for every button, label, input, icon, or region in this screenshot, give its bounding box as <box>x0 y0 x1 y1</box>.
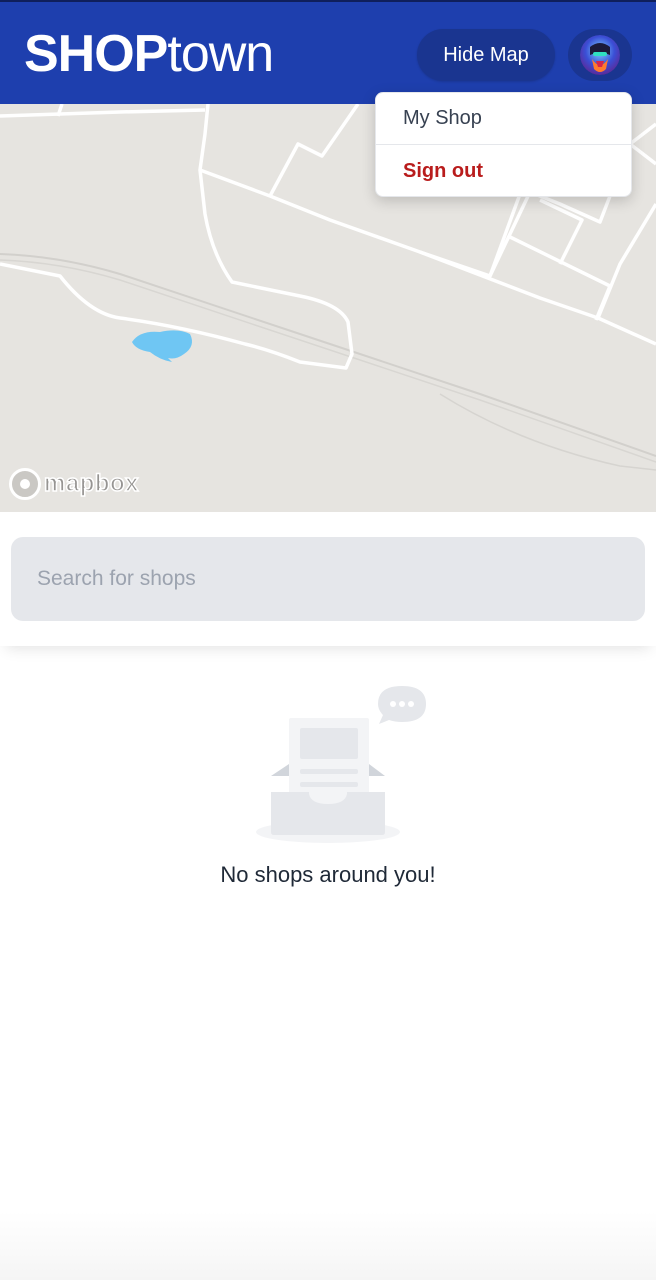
app-logo[interactable]: SHOPtown <box>24 24 274 84</box>
mapbox-icon <box>9 468 41 500</box>
logo-light-text: town <box>167 25 274 83</box>
app-header: SHOPtown Hide Map <box>0 0 656 104</box>
search-input[interactable] <box>11 537 645 621</box>
account-dropdown-menu: My Shop Sign out <box>375 92 632 197</box>
empty-state-message: No shops around you! <box>220 862 436 887</box>
mapbox-wordmark: mapbox <box>43 469 140 498</box>
menu-item-my-shop[interactable]: My Shop <box>376 93 631 145</box>
mapbox-logo[interactable]: mapbox <box>9 466 139 502</box>
logo-bold-text: SHOP <box>24 25 168 83</box>
menu-item-sign-out[interactable]: Sign out <box>376 145 631 196</box>
hide-map-button[interactable]: Hide Map <box>417 29 555 81</box>
empty-inbox-icon <box>256 686 426 843</box>
bottom-shadow <box>0 1210 656 1280</box>
search-section <box>0 512 656 646</box>
account-menu-button[interactable] <box>568 29 632 81</box>
avatar <box>580 35 620 75</box>
